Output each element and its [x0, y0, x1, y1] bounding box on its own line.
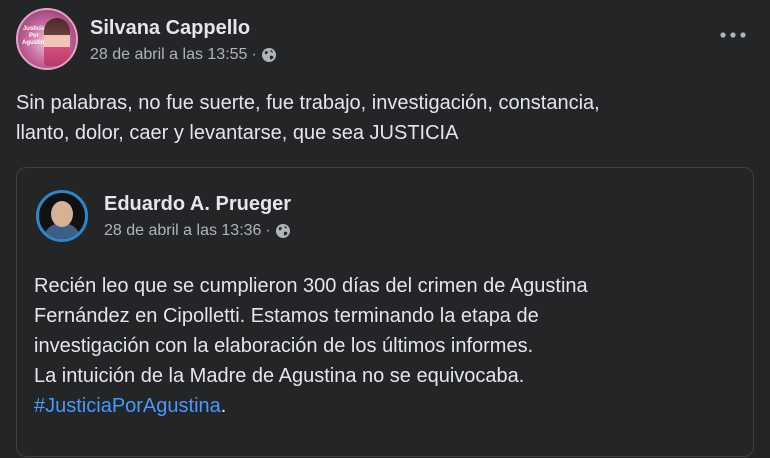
author-name[interactable]: Silvana Cappello — [90, 16, 277, 40]
meta-separator: · — [265, 221, 271, 239]
shared-text-line: La intuición de la Madre de Agustina no … — [34, 365, 525, 387]
hashtag-suffix: . — [220, 395, 227, 417]
shared-post-timestamp[interactable]: 28 de abril a las 13:36 — [104, 221, 261, 241]
more-options-icon — [720, 32, 746, 38]
shared-author-name[interactable]: Eduardo A. Prueger — [104, 192, 291, 216]
post-timestamp[interactable]: 28 de abril a las 13:55 — [90, 45, 247, 65]
post-text-line: Sin palabras, no fue suerte, fue trabajo… — [16, 92, 600, 114]
avatar-portrait — [44, 18, 70, 66]
more-options-button[interactable] — [718, 24, 748, 46]
globe-icon[interactable] — [275, 223, 291, 239]
shared-author-block: Eduardo A. Prueger 28 de abril a las 13:… — [104, 192, 291, 241]
avatar-face — [51, 201, 73, 227]
shared-text-line: Fernández en Cipolletti. Estamos termina… — [34, 305, 539, 327]
shared-post-header: Eduardo A. Prueger 28 de abril a las 13:… — [36, 190, 291, 242]
meta-separator: · — [251, 45, 257, 63]
avatar-logo-text: Justicia Por Agustina — [22, 26, 48, 46]
post-text-line: llanto, dolor, caer y levantarse, que se… — [16, 122, 459, 144]
post-text: Sin palabras, no fue suerte, fue trabajo… — [16, 88, 756, 148]
hashtag-link[interactable]: #JusticiaPorAgustina — [34, 395, 221, 417]
shared-text-line: investigación con la elaboración de los … — [34, 335, 534, 357]
post-meta: 28 de abril a las 13:55 · — [90, 45, 277, 65]
shared-post-meta: 28 de abril a las 13:36 · — [104, 221, 291, 241]
shared-author-avatar[interactable] — [36, 190, 88, 242]
author-block: Silvana Cappello 28 de abril a las 13:55… — [90, 14, 277, 65]
shared-post-text: Recién leo que se cumplieron 300 días de… — [34, 271, 734, 421]
shared-post-card[interactable]: Eduardo A. Prueger 28 de abril a las 13:… — [16, 167, 754, 457]
shared-text-line: Recién leo que se cumplieron 300 días de… — [34, 275, 588, 297]
author-avatar[interactable]: Justicia Por Agustina — [16, 8, 78, 70]
globe-icon[interactable] — [261, 47, 277, 63]
facebook-post: Justicia Por Agustina Silvana Cappello 2… — [0, 0, 770, 458]
post-header: Justicia Por Agustina Silvana Cappello 2… — [16, 8, 277, 70]
shared-text-line-hashtag: #JusticiaPorAgustina. — [34, 391, 734, 421]
